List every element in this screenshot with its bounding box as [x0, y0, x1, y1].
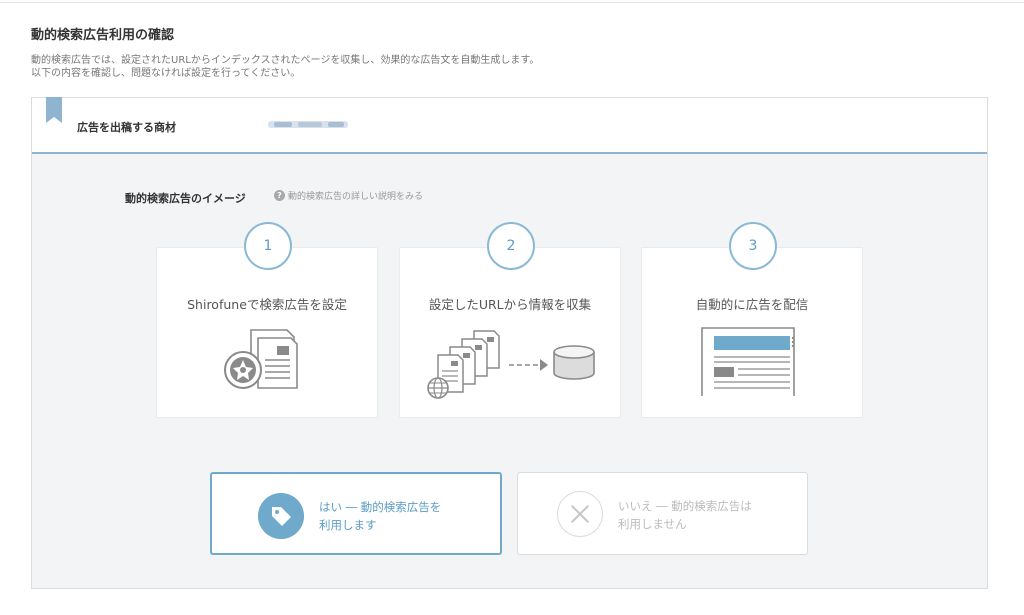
product-value-blurred	[268, 121, 348, 128]
document-with-seal-icon	[224, 329, 298, 389]
help-icon: ?	[274, 190, 285, 201]
confirmation-card: 広告を出稿する商材 動的検索広告のイメージ ? 動的検索広告の詳しい説明をみる …	[31, 97, 988, 589]
page-description-line-2: 以下の内容を確認し、問題なければ設定を行ってください。	[31, 68, 301, 79]
product-header: 広告を出稿する商材	[32, 97, 987, 154]
yes-button-text: はい ― 動的検索広告を 利用します	[319, 498, 441, 534]
help-link-label: 動的検索広告の詳しい説明をみる	[288, 192, 424, 202]
bookmark-icon	[46, 97, 62, 123]
yes-button-line-1: はい ― 動的検索広告を	[319, 500, 442, 514]
yes-button-line-2: 利用します	[319, 518, 377, 532]
no-do-not-use-dsa-button[interactable]: いいえ ― 動的検索広告は 利用しません	[517, 472, 808, 555]
no-button-line-1: いいえ ― 動的検索広告は	[618, 499, 752, 513]
image-section-title: 動的検索広告のイメージ	[125, 192, 246, 205]
pages-to-database-icon	[427, 330, 595, 399]
page-title: 動的検索広告利用の確認	[31, 28, 175, 43]
close-icon	[557, 491, 603, 537]
help-link[interactable]: ? 動的検索広告の詳しい説明をみる	[274, 189, 423, 202]
step-card-3: 3 自動的に広告を配信	[641, 222, 863, 418]
no-button-line-2: 利用しません	[618, 517, 687, 531]
tag-icon	[258, 493, 304, 539]
ad-page-icon	[701, 327, 795, 396]
yes-use-dsa-button[interactable]: はい ― 動的検索広告を 利用します	[210, 472, 502, 555]
step-card-2: 2 設定したURLから情報を収集	[399, 222, 621, 418]
top-divider	[0, 2, 1024, 3]
product-label: 広告を出稿する商材	[77, 121, 176, 134]
no-button-text: いいえ ― 動的検索広告は 利用しません	[618, 497, 752, 533]
step-card-1: 1 Shirofuneで検索広告を設定	[156, 222, 378, 418]
